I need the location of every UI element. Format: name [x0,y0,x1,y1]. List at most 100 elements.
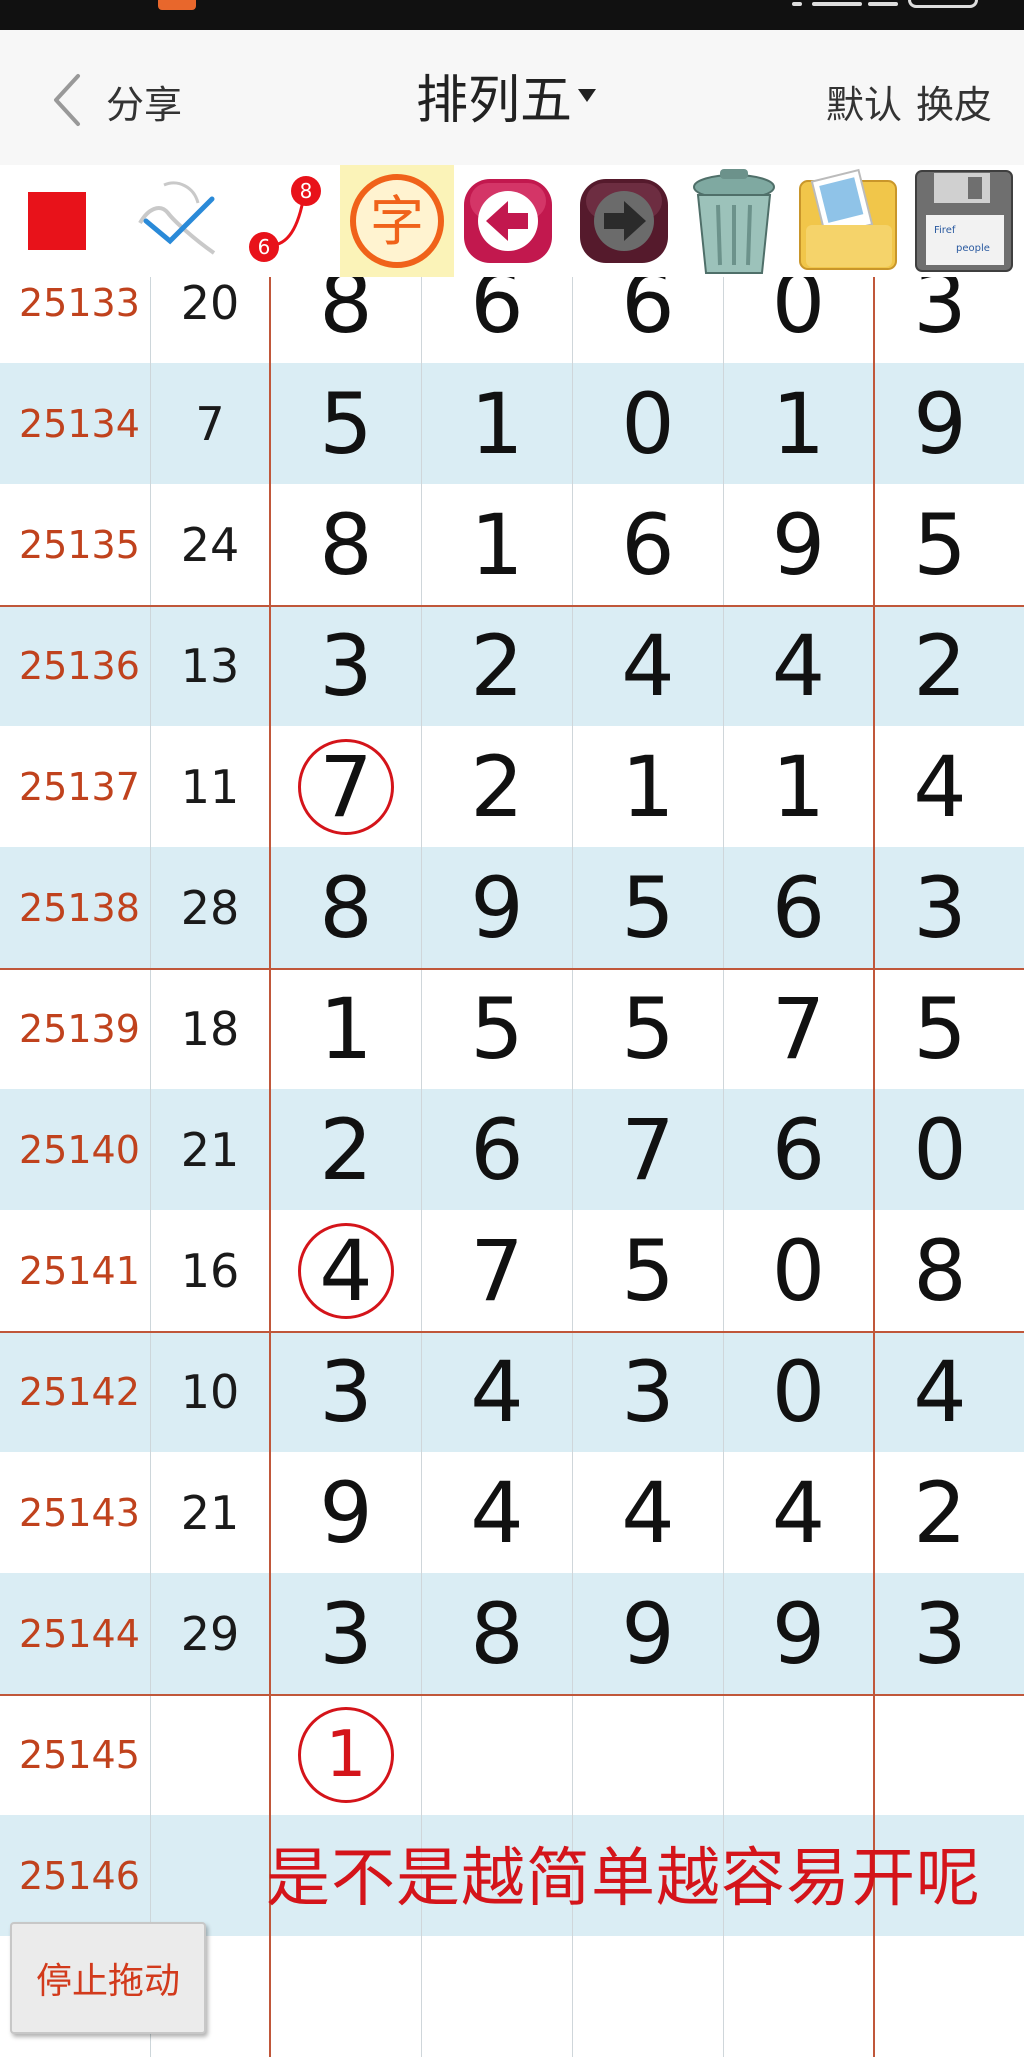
digit-cell-1[interactable]: 1 [271,968,422,1089]
digit-cell-5[interactable]: 3 [875,1573,1005,1694]
digit-cell-4[interactable]: 7 [724,968,875,1089]
lottery-type-selector[interactable]: 排列五 [416,60,597,131]
status-bar [0,0,1024,30]
digit-cell-2[interactable]: 9 [422,847,573,968]
digit-cell-5[interactable]: 9 [875,363,1005,484]
digit-cell-4[interactable]: 0 [724,277,875,363]
digit-cell-5[interactable]: 2 [875,605,1005,726]
digit-cell-1[interactable]: 8 [271,277,422,363]
digit-cell-2[interactable]: 4 [422,1452,573,1573]
digit-cell-5[interactable]: 2 [875,1452,1005,1573]
digit-cell-3[interactable]: 3 [573,1331,724,1452]
digit-cell-4[interactable]: 0 [724,1331,875,1452]
digit-cell-1[interactable]: 4 [271,1210,422,1331]
table-row[interactable]: 25144 29 3 8 9 9 3 [0,1573,1024,1694]
digit-cell-4[interactable]: 6 [724,847,875,968]
digit-cell-2[interactable]: 8 [422,1573,573,1694]
change-skin-button[interactable]: 换皮 [916,83,992,127]
digit-cell-2[interactable]: 2 [422,726,573,847]
digit-cell-4[interactable]: 6 [724,1089,875,1210]
default-button[interactable]: 默认 [826,83,902,127]
digit-cell-3[interactable] [573,1936,724,2057]
digit-cell-2[interactable] [422,1694,573,1815]
digit-cell-2[interactable]: 4 [422,1331,573,1452]
digit-cell-3[interactable]: 6 [573,277,724,363]
digit-cell-3[interactable]: 0 [573,363,724,484]
results-table[interactable]: 25133 20 8 6 6 0 3 25134 7 5 1 0 1 9 25135 24 8 1 6 9 5 25136… [0,277,1024,2063]
digit-cell-2[interactable] [422,1936,573,2057]
stop-drag-button[interactable]: 停止拖动 [10,1922,206,2034]
digit-cell-3[interactable]: 5 [573,968,724,1089]
digit-cell-2[interactable]: 1 [422,363,573,484]
table-row[interactable]: 25133 20 8 6 6 0 3 [0,277,1024,363]
digit-cell-3[interactable] [573,1694,724,1815]
share-button[interactable]: 分享 [106,74,182,129]
digit-cell-3[interactable]: 6 [573,484,724,605]
undo-button[interactable] [460,165,556,277]
digit-cell-4[interactable] [724,1936,875,2057]
digit-cell-1[interactable]: 5 [271,363,422,484]
digit-cell-1[interactable]: 8 [271,484,422,605]
digit-cell-1[interactable]: 8 [271,847,422,968]
digit-cell-3[interactable]: 7 [573,1089,724,1210]
table-row[interactable]: 25141 16 4 7 5 0 8 [0,1210,1024,1331]
table-row[interactable]: 25136 13 3 2 4 4 2 [0,605,1024,726]
digit-cell-5[interactable] [875,1694,1005,1815]
digit-cell-5[interactable]: 5 [875,968,1005,1089]
digit-cell-2[interactable]: 6 [422,277,573,363]
table-row[interactable]: 25137 11 7 2 1 1 4 [0,726,1024,847]
table-row[interactable]: 25134 7 5 1 0 1 9 [0,363,1024,484]
redo-button[interactable] [576,165,672,277]
digit-cell-4[interactable]: 4 [724,605,875,726]
open-image-button[interactable] [792,165,902,277]
save-disk-button[interactable]: Firef people [912,165,1018,277]
digit-cell-4[interactable]: 0 [724,1210,875,1331]
digit-cell-4[interactable]: 9 [724,1573,875,1694]
digit-cell-2[interactable]: 5 [422,968,573,1089]
digit-cell-5[interactable]: 3 [875,277,1005,363]
digit-cell-1[interactable]: 3 [271,1573,422,1694]
digit-cell-1[interactable]: 3 [271,1331,422,1452]
digit-cell-4[interactable]: 4 [724,1452,875,1573]
table-row[interactable]: 25139 18 1 5 5 7 5 [0,968,1024,1089]
back-chevron-icon[interactable] [44,70,94,130]
digit-cell-1[interactable]: 9 [271,1452,422,1573]
connect-line-tool[interactable]: 8 6 [238,165,328,277]
digit-cell-2[interactable]: 2 [422,605,573,726]
digit-cell-3[interactable]: 5 [573,1210,724,1331]
digit-cell-3[interactable]: 4 [573,605,724,726]
digit-cell-5[interactable]: 4 [875,1331,1005,1452]
table-row[interactable]: 25135 24 8 1 6 9 5 [0,484,1024,605]
digit-cell-1[interactable]: 1 [271,1694,422,1815]
digit-cell-1[interactable]: 7 [271,726,422,847]
digit-cell-5[interactable] [875,1936,1005,2057]
table-row[interactable]: 25145 1 [0,1694,1024,1815]
digit-cell-1[interactable] [271,1936,422,2057]
digit-cell-1[interactable]: 2 [271,1089,422,1210]
red-color-swatch[interactable] [28,192,86,250]
digit-cell-3[interactable]: 9 [573,1573,724,1694]
digit-cell-4[interactable] [724,1694,875,1815]
digit-cell-2[interactable]: 6 [422,1089,573,1210]
table-row[interactable]: 25138 28 8 9 5 6 3 [0,847,1024,968]
digit-cell-5[interactable]: 5 [875,484,1005,605]
table-row[interactable]: 25142 10 3 4 3 0 4 [0,1331,1024,1452]
digit-cell-4[interactable]: 1 [724,726,875,847]
digit-cell-2[interactable]: 1 [422,484,573,605]
table-row[interactable]: 25143 21 9 4 4 4 2 [0,1452,1024,1573]
digit-cell-3[interactable]: 4 [573,1452,724,1573]
digit-cell-5[interactable]: 8 [875,1210,1005,1331]
digit-cell-4[interactable]: 1 [724,363,875,484]
digit-cell-2[interactable]: 7 [422,1210,573,1331]
digit-cell-3[interactable]: 1 [573,726,724,847]
digit-cell-4[interactable]: 9 [724,484,875,605]
digit-cell-3[interactable]: 5 [573,847,724,968]
clear-trash-button[interactable] [684,165,784,277]
text-tool[interactable]: 字 [340,165,454,277]
digit-cell-5[interactable]: 3 [875,847,1005,968]
check-pen-tool[interactable] [134,165,224,277]
table-row[interactable]: 25140 21 2 6 7 6 0 [0,1089,1024,1210]
digit-cell-1[interactable]: 3 [271,605,422,726]
digit-cell-5[interactable]: 0 [875,1089,1005,1210]
digit-cell-5[interactable]: 4 [875,726,1005,847]
